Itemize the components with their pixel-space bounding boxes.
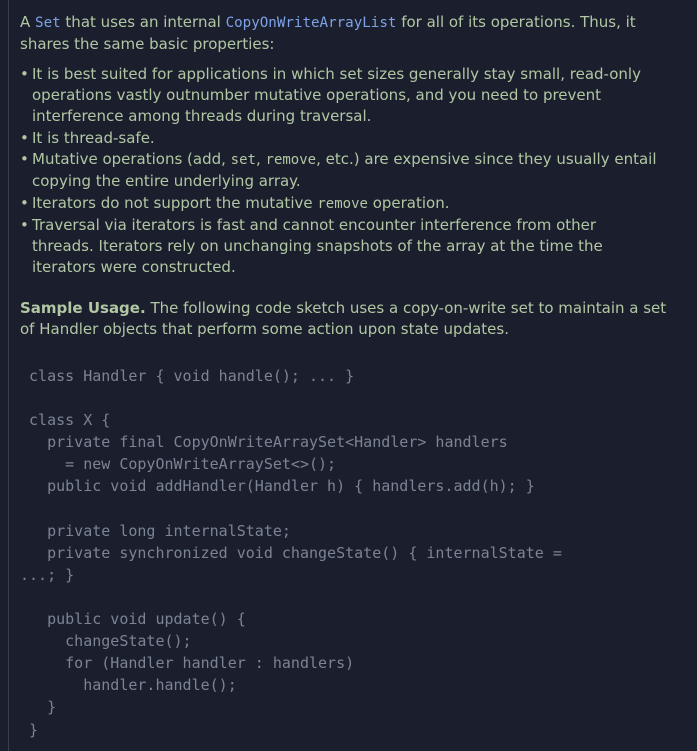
list-item: • Mutative operations (add, set, remove, … <box>20 149 660 192</box>
bullet-icon: • <box>20 128 29 147</box>
list-item-text: Iterators do not support the mutative <box>32 193 318 212</box>
list-item-text: Mutative operations (add, <box>32 150 231 168</box>
intro-prefix: A <box>20 13 36 31</box>
list-item: • Iterators do not support the mutative r… <box>20 193 660 215</box>
code-sample: class Handler { void handle(); ... } cla… <box>20 367 562 739</box>
list-item: • Traversal via iterators is fast and can… <box>20 215 660 278</box>
list-item-text: , <box>255 150 266 168</box>
list-item: • It is thread-safe. <box>20 128 660 149</box>
sample-usage-label: Sample Usage. <box>20 299 146 317</box>
inline-code: remove <box>317 195 368 212</box>
copyonwritearraylist-link[interactable]: CopyOnWriteArrayList <box>226 15 397 31</box>
inline-code: remove <box>265 152 317 168</box>
inline-code: set <box>230 152 256 168</box>
javadoc-panel: A Set that uses an internal CopyOnWriteA… <box>8 0 697 751</box>
intro-middle: that uses an internal <box>60 13 226 31</box>
list-item-text: Traversal via iterators is fast and cann… <box>32 216 603 276</box>
list-item-text: It is best suited for applications in wh… <box>32 65 641 125</box>
bullet-icon: • <box>20 65 29 83</box>
intro-paragraph: A Set that uses an internal CopyOnWriteA… <box>20 12 680 55</box>
bullet-icon: • <box>20 193 29 212</box>
properties-list: • It is best suited for applications in w… <box>20 64 660 278</box>
sample-usage-paragraph: Sample Usage. The following code sketch … <box>20 298 680 340</box>
list-item-text: operation. <box>367 193 450 212</box>
list-item-text: It is thread-safe. <box>32 128 155 147</box>
bullet-icon: • <box>20 150 29 168</box>
list-item: • It is best suited for applications in w… <box>20 64 660 127</box>
set-link[interactable]: Set <box>35 15 61 31</box>
bullet-icon: • <box>20 216 29 234</box>
